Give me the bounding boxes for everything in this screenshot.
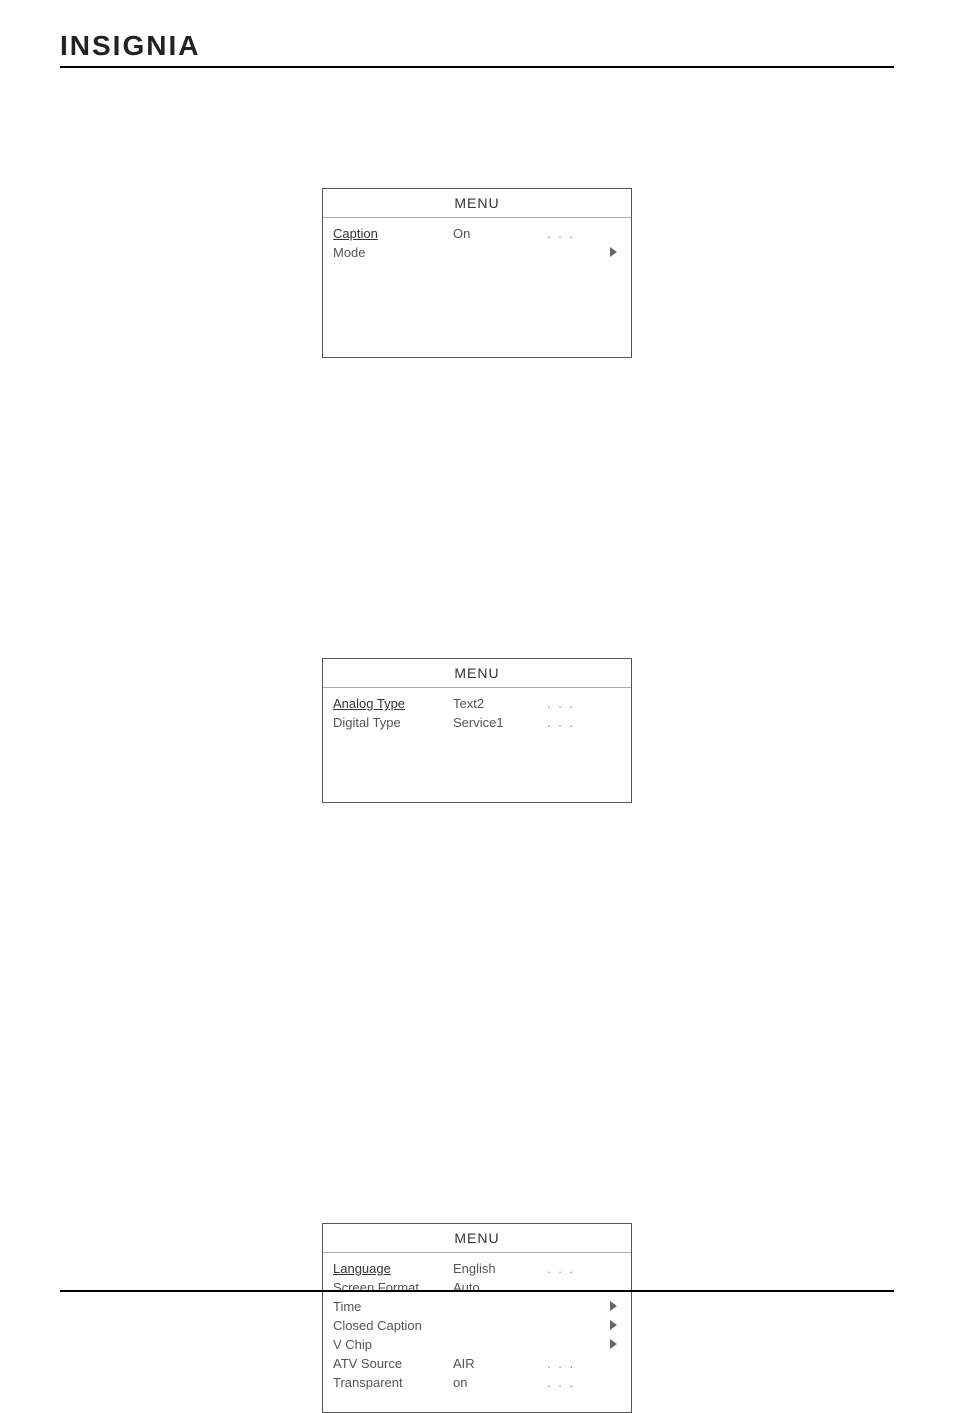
row-label: Closed Caption xyxy=(333,1318,453,1333)
menu-title: MENU xyxy=(323,659,631,688)
menu-body: Caption On . . . Mode xyxy=(323,218,631,282)
menu-row-closed-caption[interactable]: Closed Caption xyxy=(333,1316,621,1335)
row-dots: . . . xyxy=(547,715,575,730)
row-tri xyxy=(605,1337,621,1352)
submenu-icon xyxy=(610,247,617,257)
row-dots: . . . xyxy=(547,226,575,241)
menu-row-screen-format[interactable]: Screen Format Auto . . . xyxy=(333,1278,621,1297)
menu-box-settings: MENU Language English . . . Screen Forma… xyxy=(322,1223,632,1413)
menu-row-mode[interactable]: Mode xyxy=(333,243,621,262)
submenu-icon xyxy=(610,1320,617,1330)
menu-body: Language English . . . Screen Format Aut… xyxy=(323,1253,631,1412)
menu-row-transparent[interactable]: Transparent on . . . xyxy=(333,1373,621,1392)
row-dots: . . . xyxy=(547,696,575,711)
row-label: Screen Format xyxy=(333,1280,453,1295)
menu-row-language[interactable]: Language English . . . xyxy=(333,1259,621,1278)
row-dots: . . . xyxy=(547,1280,575,1295)
row-tri xyxy=(605,1318,621,1333)
row-value: on xyxy=(453,1375,543,1390)
row-label: Language xyxy=(333,1261,453,1276)
row-dots: . . . xyxy=(547,1375,575,1390)
row-label: Digital Type xyxy=(333,715,453,730)
row-value: Auto xyxy=(453,1280,543,1295)
menu-box-type: MENU Analog Type Text2 . . . Digital Typ… xyxy=(322,658,632,803)
row-value: On xyxy=(453,226,543,241)
row-value: English xyxy=(453,1261,543,1276)
menu-title: MENU xyxy=(323,189,631,218)
row-tri xyxy=(605,245,621,260)
brand-label: INSIGNIA xyxy=(60,30,200,62)
row-label: Analog Type xyxy=(333,696,453,711)
menu-row-time[interactable]: Time xyxy=(333,1297,621,1316)
menu-row-vchip[interactable]: V Chip xyxy=(333,1335,621,1354)
footer-rule xyxy=(60,1290,894,1292)
submenu-icon xyxy=(610,1339,617,1349)
menu-row-analog[interactable]: Analog Type Text2 . . . xyxy=(333,694,621,713)
menu-box-caption: MENU Caption On . . . Mode xyxy=(322,188,632,358)
row-dots: . . . xyxy=(547,1261,575,1276)
menu-title: MENU xyxy=(323,1224,631,1253)
row-dots: . . . xyxy=(547,1356,575,1371)
header-rule xyxy=(60,66,894,68)
menu-body: Analog Type Text2 . . . Digital Type Ser… xyxy=(323,688,631,752)
menu-row-digital[interactable]: Digital Type Service1 . . . xyxy=(333,713,621,732)
row-tri xyxy=(605,1299,621,1314)
row-label: V Chip xyxy=(333,1337,453,1352)
row-label: Time xyxy=(333,1299,453,1314)
row-label: ATV Source xyxy=(333,1356,453,1371)
submenu-icon xyxy=(610,1301,617,1311)
row-label: Transparent xyxy=(333,1375,453,1390)
row-value: Service1 xyxy=(453,715,543,730)
menu-row-atv-source[interactable]: ATV Source AIR . . . xyxy=(333,1354,621,1373)
menu-row-caption[interactable]: Caption On . . . xyxy=(333,224,621,243)
row-label: Caption xyxy=(333,226,453,241)
row-value: AIR xyxy=(453,1356,543,1371)
row-value: Text2 xyxy=(453,696,543,711)
row-label: Mode xyxy=(333,245,453,260)
